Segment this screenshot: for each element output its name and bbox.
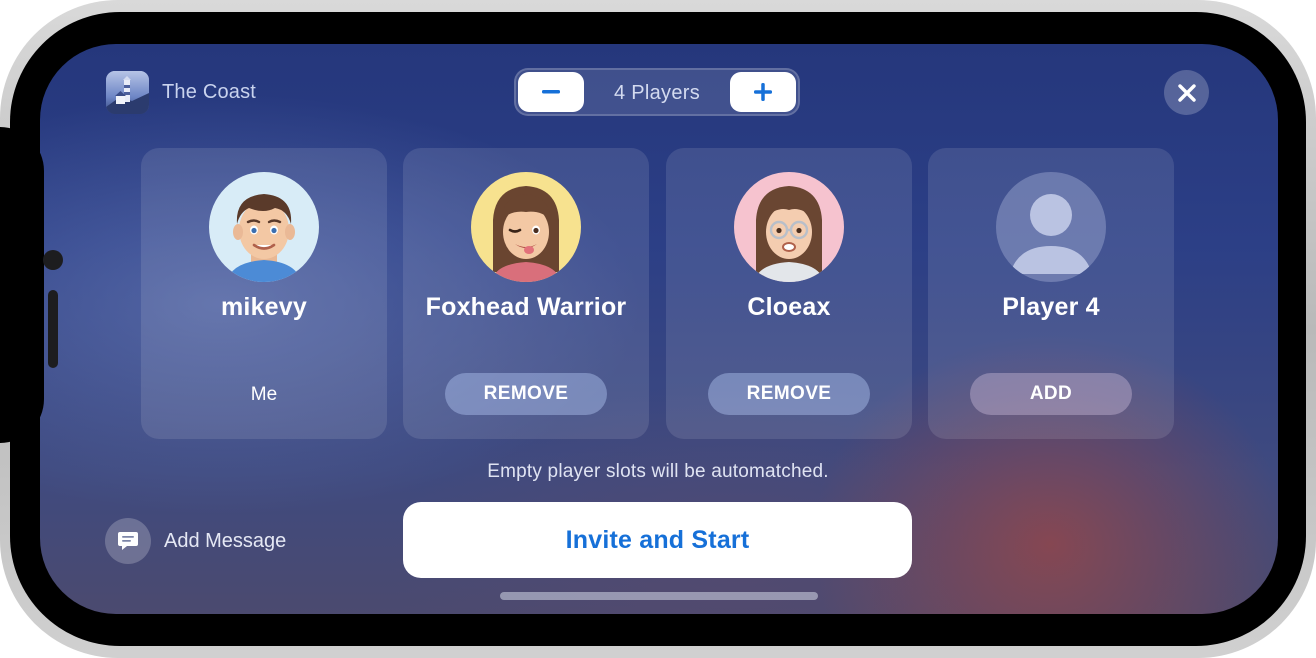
player-name: Player 4 (1002, 293, 1100, 321)
add-player-button[interactable]: ADD (970, 373, 1132, 415)
remove-player-button[interactable]: REMOVE (445, 373, 607, 415)
close-button[interactable] (1164, 70, 1209, 115)
increase-players-button[interactable] (730, 72, 796, 112)
add-message-label: Add Message (164, 529, 287, 552)
memoji-boy-avatar (209, 172, 319, 282)
message-bubble-icon (105, 518, 151, 564)
speaker-slit (48, 290, 58, 368)
close-icon (1177, 83, 1196, 102)
player-card-mikevy: mikevy Me (141, 148, 387, 439)
player-role-label: Me (250, 384, 278, 405)
home-indicator[interactable] (500, 592, 818, 600)
player-name: mikevy (221, 293, 307, 321)
automatch-note: Empty player slots will be automatched. (487, 461, 829, 482)
sensor-notch (0, 127, 44, 443)
placeholder-person-avatar (996, 172, 1106, 282)
player-name: Cloeax (747, 293, 831, 321)
memoji-girl-wink-avatar (471, 172, 581, 282)
game-badge: The Coast (106, 71, 256, 114)
plus-icon (754, 83, 772, 101)
player-name: Foxhead Warrior (425, 293, 627, 321)
player-card-foxhead-warrior: Foxhead Warrior REMOVE (403, 148, 649, 439)
player-card-cloeax: Cloeax REMOVE (666, 148, 912, 439)
camera-dot (43, 250, 63, 270)
invite-and-start-button[interactable]: Invite and Start (403, 502, 912, 578)
game-title: The Coast (162, 81, 257, 103)
memoji-girl-glasses-avatar (734, 172, 844, 282)
add-message-button[interactable]: Add Message (105, 518, 286, 564)
player-count-stepper: 4 Players (514, 68, 800, 116)
lighthouse-app-icon (106, 71, 149, 114)
remove-player-button[interactable]: REMOVE (708, 373, 870, 415)
player-card-empty-slot: Player 4 ADD (928, 148, 1174, 439)
